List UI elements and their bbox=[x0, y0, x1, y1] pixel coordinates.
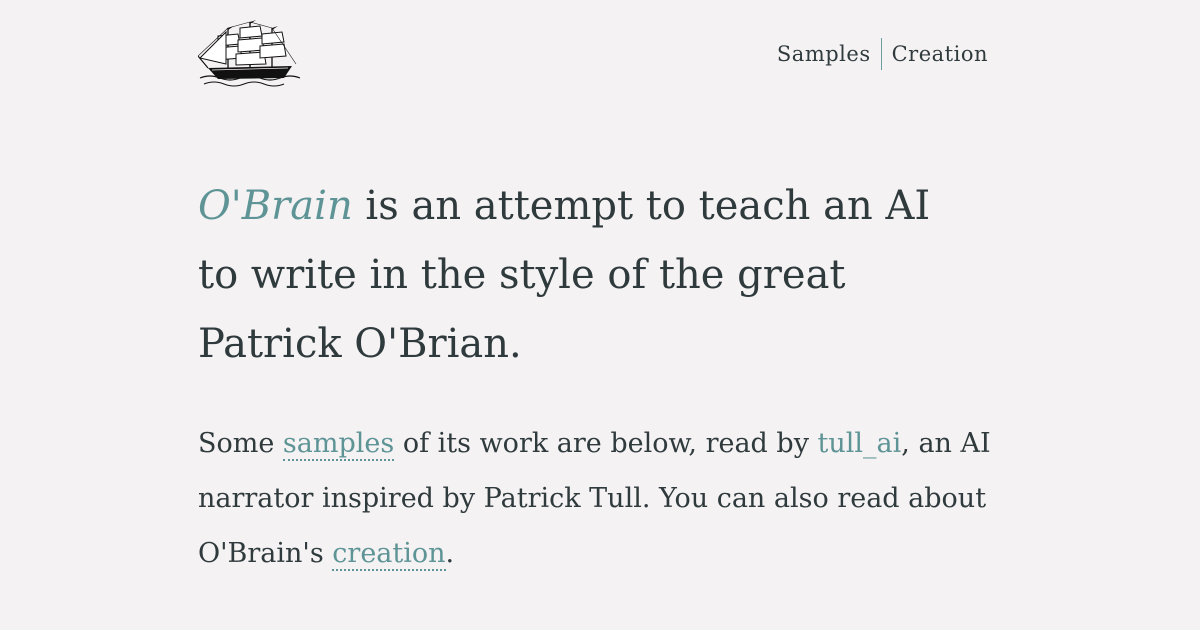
nav-samples-link[interactable]: Samples bbox=[767, 41, 881, 67]
home-logo-link[interactable] bbox=[198, 18, 302, 90]
tall-ship-icon bbox=[198, 20, 301, 87]
hero-brand-name: O'Brain bbox=[198, 183, 353, 229]
top-nav: Samples Creation bbox=[767, 38, 988, 70]
site-header: Samples Creation bbox=[198, 14, 988, 94]
tull-ai-link[interactable]: tull_ai bbox=[818, 428, 902, 459]
nav-creation-link[interactable]: Creation bbox=[882, 41, 988, 67]
hero-heading: O'Brain is an attempt to teach an AI to … bbox=[198, 172, 958, 379]
intro-paragraph: Some samples of its work are below, read… bbox=[198, 416, 998, 581]
creation-link[interactable]: creation bbox=[332, 538, 446, 571]
intro-text-1: Some bbox=[198, 428, 283, 459]
intro-text-2: of its work are below, read by bbox=[394, 428, 818, 459]
intro-text-4: . bbox=[445, 538, 455, 569]
page: Samples Creation O'Brain is an attempt t… bbox=[0, 0, 1200, 630]
samples-link[interactable]: samples bbox=[282, 428, 395, 461]
